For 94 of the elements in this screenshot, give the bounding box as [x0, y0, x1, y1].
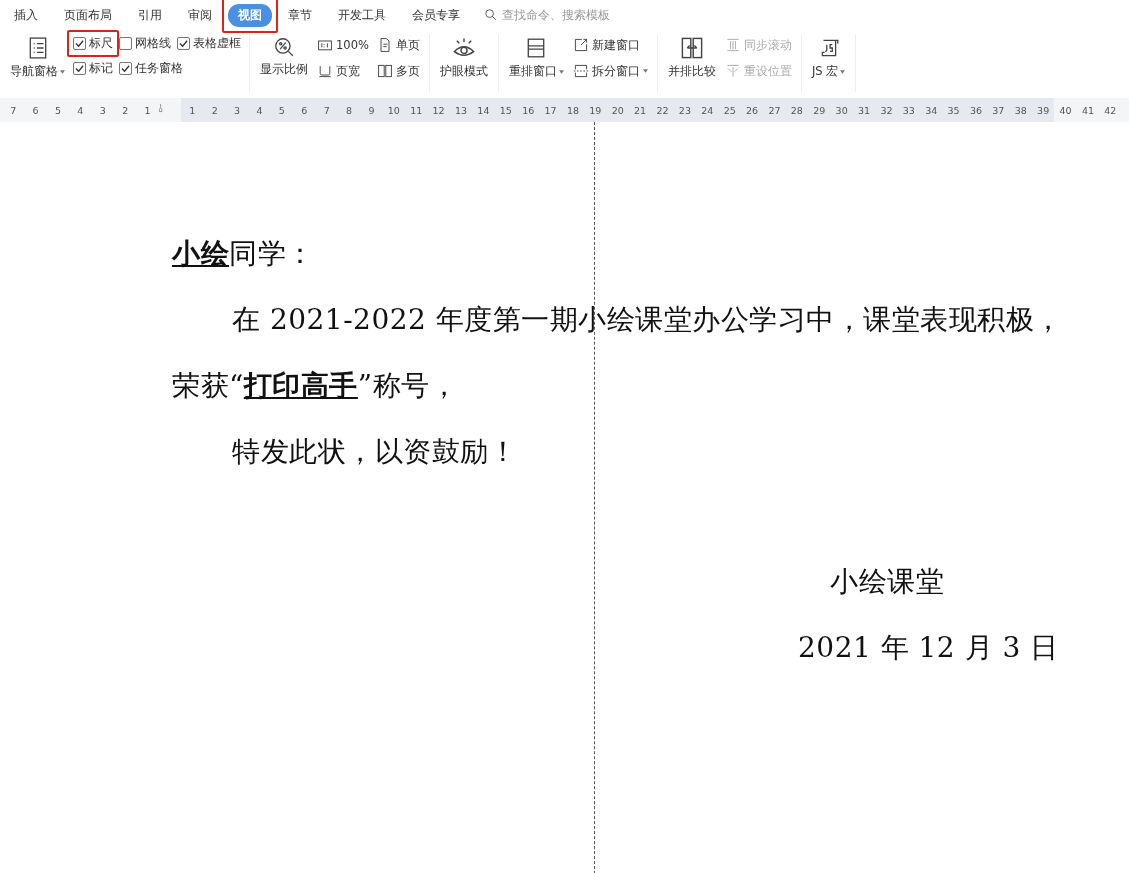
ruler-number: 19: [588, 104, 603, 116]
view-button[interactable]: 100%: [316, 36, 370, 54]
menu-tab[interactable]: 引用: [128, 3, 172, 27]
side-by-side-icon: [679, 36, 704, 60]
ruler-number: 27: [767, 104, 782, 116]
checkmark-icon: [75, 64, 84, 73]
ruler-number: 34: [924, 104, 939, 116]
ruler-number: 18: [565, 104, 580, 116]
checkmark-icon: [179, 39, 188, 48]
ruler-number: 15: [498, 104, 513, 116]
ruler-number: 1: [143, 104, 152, 116]
checkbox[interactable]: 标记: [73, 61, 113, 76]
window-button[interactable]: 拆分窗口: [571, 62, 649, 80]
ruler-number: 5: [277, 104, 286, 116]
ruler-number: 2: [121, 104, 130, 116]
multi-page-icon: [376, 63, 393, 79]
checkmark-icon: [121, 64, 130, 73]
ruler-number: 25: [722, 104, 737, 116]
ruler-number: 17: [543, 104, 558, 116]
view-button[interactable]: 页宽: [316, 62, 370, 80]
checkbox[interactable]: 网格线: [119, 36, 171, 51]
ruler-number: 4: [76, 104, 85, 116]
checkbox[interactable]: 标尺: [73, 36, 113, 51]
ruler-number: 30: [834, 104, 849, 116]
zoom-icon: [273, 36, 295, 58]
checkmark-icon: [75, 39, 84, 48]
ruler-number: 38: [1013, 104, 1028, 116]
document-text: 小绘课堂: [830, 565, 944, 598]
arrange-button[interactable]: 重排窗口: [506, 34, 566, 81]
ruler-number: 5: [53, 104, 62, 116]
ruler-number: 35: [946, 104, 961, 116]
ruler-number: 7: [9, 104, 18, 116]
macro-button[interactable]: JS 宏: [809, 34, 848, 81]
ruler-number: 36: [968, 104, 984, 116]
window-button[interactable]: 新建窗口: [571, 36, 649, 54]
ruler-number: 4: [255, 104, 264, 116]
menu-tab[interactable]: 章节: [278, 3, 322, 27]
reset-icon: [724, 63, 741, 79]
split-icon: [572, 63, 589, 79]
ruler-number: 26: [745, 104, 760, 116]
menu-tab[interactable]: 页面布局: [54, 3, 122, 27]
ruler-number: 32: [879, 104, 894, 116]
menu-tab[interactable]: 开发工具: [328, 3, 396, 27]
ruler-number: 33: [901, 104, 916, 116]
search-icon: [484, 8, 498, 22]
ruler-number: 39: [1036, 104, 1051, 116]
ruler-number: 1: [188, 104, 197, 116]
ruler-number: 8: [345, 104, 354, 116]
view-button[interactable]: 多页: [375, 62, 421, 80]
document-text: 荣获“打印高手”称号，: [172, 369, 459, 402]
document-text: 小绘同学：: [172, 237, 315, 270]
ruler-number: 11: [409, 104, 424, 116]
document-text: 2021 年 12 月 3 日: [798, 631, 1059, 664]
ruler-number: 2: [210, 104, 219, 116]
ruler-number: 7: [322, 104, 331, 116]
ruler-number: 29: [812, 104, 827, 116]
ruler-number: 21: [633, 104, 648, 116]
document-text: 特发此状，以资鼓励！: [232, 435, 517, 468]
ruler-number: 6: [300, 104, 309, 116]
zoom-button[interactable]: 显示比例: [258, 34, 310, 79]
ruler-number: 10: [386, 104, 401, 116]
ruler-number: 28: [789, 104, 804, 116]
compare-button[interactable]: 并排比较: [665, 34, 718, 81]
ruler-number: 24: [700, 104, 715, 116]
checkbox[interactable]: 表格虚框: [177, 36, 241, 51]
ruler-number: 22: [655, 104, 670, 116]
menu-tab[interactable]: 审阅: [178, 3, 222, 27]
view-button[interactable]: 单页: [375, 36, 421, 54]
ruler-number: 37: [991, 104, 1006, 116]
ruler-number: 3: [98, 104, 107, 116]
ruler-number: 40: [1058, 104, 1073, 116]
ruler-number: 6: [31, 104, 40, 116]
search-field[interactable]: 查找命令、搜索模板: [484, 7, 634, 23]
sync-scroll-icon: [724, 37, 741, 53]
ruler-number: 20: [610, 104, 625, 116]
ruler-number: 42: [1103, 104, 1118, 116]
ruler-number: 41: [1080, 104, 1095, 116]
menu-tab[interactable]: 会员专享: [402, 3, 470, 27]
ruler-number: 16: [521, 104, 536, 116]
ruler-number: 3: [233, 104, 242, 116]
ruler-number: 9: [367, 104, 376, 116]
ruler-number: 31: [857, 104, 872, 116]
ruler-number: 14: [476, 104, 491, 116]
new-window-icon: [572, 37, 589, 53]
ruler-number: 13: [453, 104, 469, 116]
ruler-number: 23: [677, 104, 692, 116]
eye-mode-button[interactable]: 护眼模式: [437, 34, 490, 81]
actual-size-icon: [317, 37, 333, 53]
checkbox[interactable]: 任务窗格: [119, 61, 183, 76]
page-width-icon: [317, 63, 333, 79]
document-text: 在 2021-2022 年度第一期小绘课堂办公学习中，课堂表现积极，: [232, 303, 1063, 336]
nav-pane-button[interactable]: 导航窗格: [8, 34, 67, 81]
menu-tab[interactable]: 插入: [4, 3, 48, 27]
ruler-number: 12: [431, 104, 446, 116]
